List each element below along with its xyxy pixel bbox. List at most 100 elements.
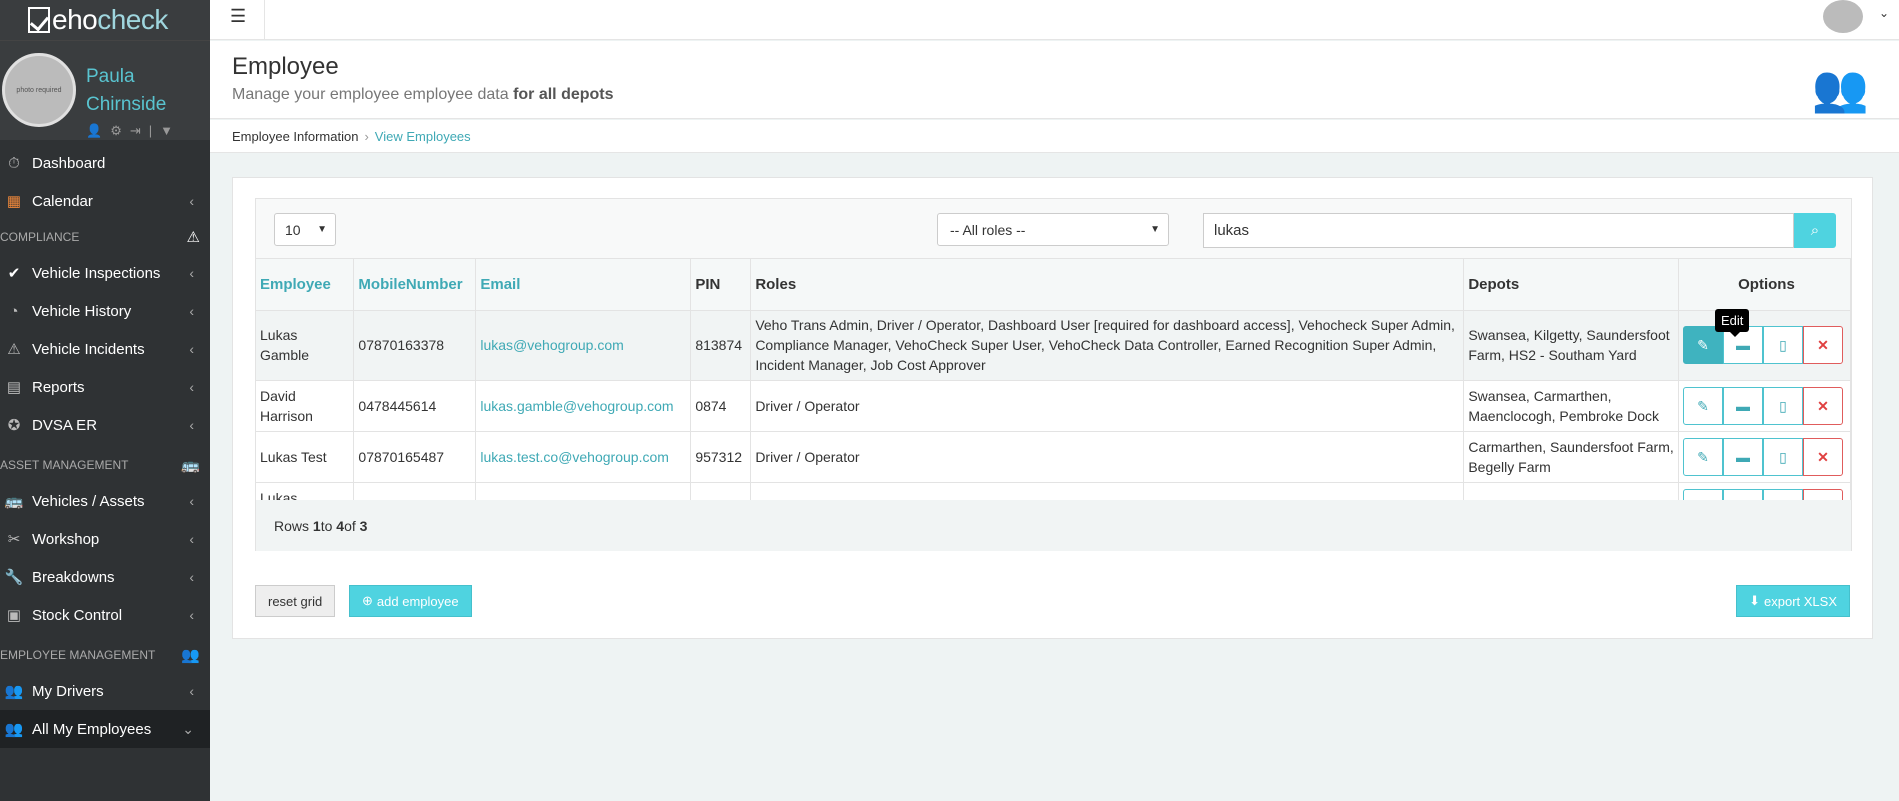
chevron-left-icon: ‹ (189, 379, 194, 395)
table-row: David Harrison 0478445614 lukas.gamble@v… (256, 380, 1852, 432)
file-button[interactable]: ▯ (1762, 386, 1803, 425)
sidebar-item-vehicle-incidents[interactable]: ⚠ Vehicle Incidents ‹ (0, 330, 210, 368)
reset-grid-button[interactable]: reset grid (255, 585, 336, 617)
pencil-icon: ✎ (1697, 337, 1709, 353)
divider: | (148, 123, 153, 138)
add-employee-button[interactable]: ⊕ add employee (349, 585, 472, 617)
cell-email[interactable]: lukas@vehogroup.com (475, 310, 692, 381)
search-icon: ⌕ (1810, 222, 1820, 239)
report-icon: ▤ (6, 379, 22, 396)
close-icon: ✕ (1817, 337, 1829, 353)
grid-toolbar: 10 ▼ -- All roles -- ▼ lukas ⌕ (256, 199, 1851, 259)
edit-button[interactable]: ✎ (1682, 386, 1723, 425)
calendar-icon: ▦ (6, 193, 22, 210)
sidebar-item-calendar[interactable]: ▦ Calendar ‹ (0, 182, 210, 220)
filter-icon[interactable]: ▼ (160, 123, 173, 139)
sidebar-item-vehicle-history[interactable]: ◔ Vehicle History ‹ (0, 292, 210, 330)
sidebar-item-dvsa-er[interactable]: ✪ DVSA ER ‹ (0, 406, 210, 444)
plus-circle-icon: ⊕ (362, 593, 373, 608)
chevron-left-icon: ‹ (189, 683, 194, 699)
col-depots: Depots (1463, 259, 1679, 311)
sidebar-item-workshop[interactable]: ✂ Workshop ‹ (0, 520, 210, 558)
users-icon: 👥 (1811, 62, 1869, 114)
file-button[interactable]: ▯ (1762, 326, 1803, 364)
cell-roles: Driver / Operator (750, 380, 1465, 432)
warning-icon: ⚠ (7, 341, 21, 358)
bus-icon: 🚌 (181, 457, 200, 474)
check-circle-icon: ✪ (7, 417, 21, 434)
bus-icon: 🚌 (4, 493, 24, 510)
sidebar-item-vehicle-inspections[interactable]: ✔ Vehicle Inspections ‹ (0, 254, 210, 292)
cell-employee: Lukas Gamble (256, 310, 355, 381)
cell-depots: Swansea, Carmarthen, Maenclocogh, Pembro… (1463, 380, 1679, 432)
cell-employee: David Harrison (256, 380, 355, 432)
logo-check-icon (28, 7, 50, 33)
download-icon: ⬇ (1749, 593, 1760, 608)
col-employee[interactable]: Employee (256, 259, 355, 311)
chevron-down-icon: ▼ (1150, 224, 1160, 235)
user-avatar-menu[interactable] (1823, 0, 1863, 33)
cell-email[interactable]: lukas.test.co@vehogroup.com (475, 431, 692, 483)
file-icon: ▯ (1779, 337, 1787, 353)
cell-email[interactable]: lukas.gamble@vehogroup.com (475, 380, 692, 432)
gear-icon[interactable]: ⚙ (110, 123, 122, 139)
sidebar-item-breakdowns[interactable]: 🔧 Breakdowns ‹ (0, 558, 210, 596)
file-button[interactable]: ▯ (1762, 437, 1803, 476)
employee-table: Employee MobileNumber Email PIN Roles De… (256, 259, 1852, 534)
sidebar-item-dashboard[interactable]: ⏱ Dashboard (0, 144, 210, 182)
cell-pin: 957312 (690, 431, 752, 483)
role-filter-select[interactable]: -- All roles -- ▼ (937, 213, 1169, 246)
cell-options: ✎ ▬ ▯ ✕ (1678, 431, 1852, 483)
chevron-down-icon: ⌄ (182, 720, 194, 737)
logout-icon[interactable]: ⇥ (130, 123, 141, 139)
avatar[interactable]: photo required (2, 53, 76, 127)
search-input[interactable]: lukas (1203, 213, 1794, 248)
delete-button[interactable]: ✕ (1802, 437, 1843, 476)
pencil-icon: ✎ (1697, 448, 1709, 465)
delete-button[interactable]: ✕ (1802, 326, 1843, 364)
chevron-left-icon: ‹ (189, 417, 194, 433)
menu-list-icon[interactable]: ☰ (230, 6, 246, 27)
cell-mobile: 07870165487 (353, 431, 477, 483)
sidebar-item-stock-control[interactable]: ▣ Stock Control ‹ (0, 596, 210, 634)
breadcrumb-root[interactable]: Employee Information (232, 129, 358, 144)
folder-icon: ▬ (1735, 397, 1750, 414)
col-options: Options (1678, 259, 1852, 311)
topbar: ☰ ⌄ (210, 0, 1899, 40)
col-mobile[interactable]: MobileNumber (353, 259, 477, 311)
chevron-down-icon[interactable]: ⌄ (1879, 6, 1889, 20)
cell-pin: 813874 (690, 310, 752, 381)
documents-button[interactable]: ▬ (1722, 386, 1763, 425)
search-button[interactable]: ⌕ (1794, 213, 1836, 248)
sidebar-item-vehicles-assets[interactable]: 🚌 Vehicles / Assets ‹ (0, 482, 210, 520)
sidebar-item-all-my-employees[interactable]: 👥 All My Employees ⌄ (0, 710, 210, 748)
wrench-icon: 🔧 (4, 569, 24, 586)
grid-footer: Rows 1 to 4 of 3 (256, 500, 1851, 551)
page-header: Employee Manage your employee employee d… (210, 41, 1899, 119)
export-xlsx-button[interactable]: ⬇ export XLSX (1736, 585, 1850, 617)
cell-mobile: 07870163378 (353, 310, 477, 381)
chevron-left-icon: ‹ (189, 531, 194, 547)
sidebar: eho check photo required Paula Chirnside … (0, 0, 210, 801)
cell-options: ✎ ▬ ▯ ✕ (1678, 310, 1852, 381)
col-email[interactable]: Email (475, 259, 692, 311)
breadcrumb-current[interactable]: View Employees (375, 129, 471, 144)
clipboard-icon: ▣ (6, 607, 22, 624)
close-icon: ✕ (1817, 397, 1829, 414)
page-size-select[interactable]: 10 ▼ (274, 213, 336, 246)
documents-button[interactable]: ▬ (1722, 437, 1763, 476)
profile-name[interactable]: Paula Chirnside (86, 63, 166, 119)
chevron-left-icon: ‹ (189, 607, 194, 623)
close-icon: ✕ (1817, 448, 1829, 465)
edit-button[interactable]: ✎ (1682, 437, 1723, 476)
users-icon: 👥 (4, 683, 24, 700)
app-logo[interactable]: eho check (0, 0, 210, 40)
sidebar-item-my-drivers[interactable]: 👥 My Drivers ‹ (0, 672, 210, 710)
cell-mobile: 0478445614 (353, 380, 477, 432)
sidebar-item-reports[interactable]: ▤ Reports ‹ (0, 368, 210, 406)
user-icon[interactable]: 👤 (86, 123, 102, 139)
section-employee-management: EMPLOYEE MANAGEMENT 👥 (0, 647, 200, 664)
breadcrumb: Employee Information › View Employees (210, 120, 1899, 153)
folder-icon: ▬ (1735, 448, 1750, 465)
delete-button[interactable]: ✕ (1802, 386, 1843, 425)
